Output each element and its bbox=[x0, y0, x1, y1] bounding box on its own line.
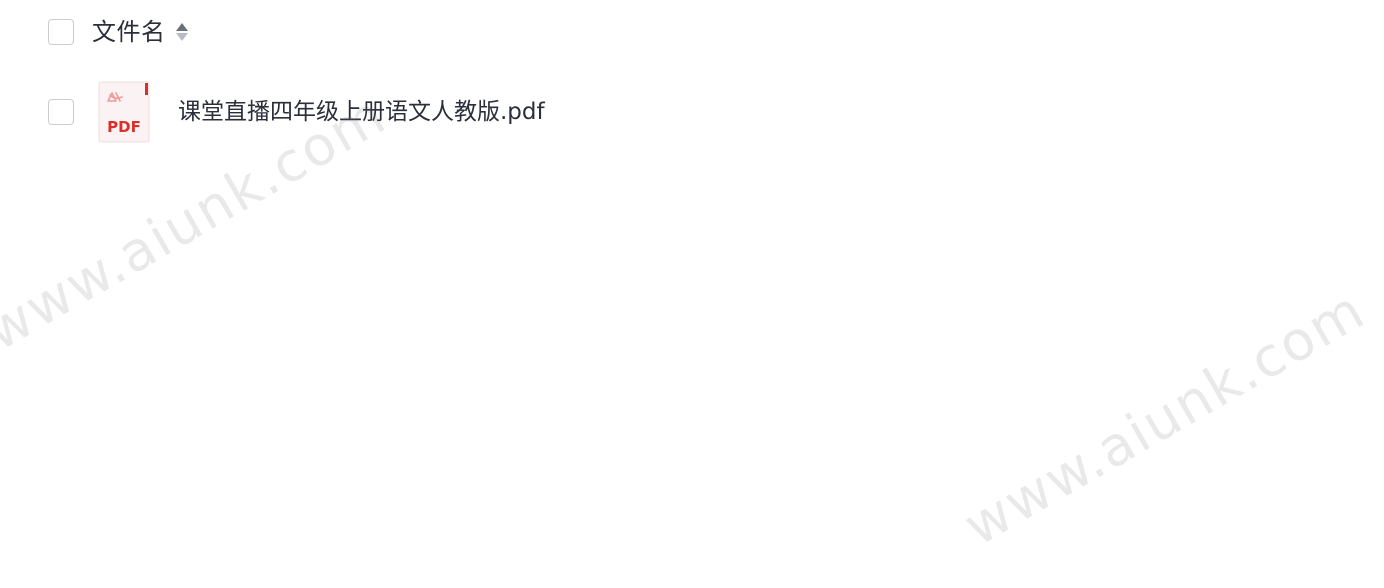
file-select-checkbox[interactable] bbox=[48, 99, 74, 125]
select-all-checkbox[interactable] bbox=[48, 19, 74, 45]
pdf-icon-label: PDF bbox=[107, 118, 141, 136]
sort-descending-arrow bbox=[175, 33, 188, 41]
table-row[interactable]: PDF 课堂直播四年级上册语文人教版.pdf bbox=[48, 80, 545, 144]
sort-updown-icon[interactable] bbox=[175, 20, 189, 44]
file-name-link[interactable]: 课堂直播四年级上册语文人教版.pdf bbox=[178, 96, 545, 128]
file-list-header: 文件名 bbox=[48, 16, 189, 48]
watermark-text: www.aiunk.com bbox=[953, 277, 1376, 558]
filename-column-header[interactable]: 文件名 bbox=[92, 16, 166, 48]
sort-ascending-arrow bbox=[175, 23, 188, 31]
pdf-file-icon: PDF bbox=[98, 81, 150, 143]
